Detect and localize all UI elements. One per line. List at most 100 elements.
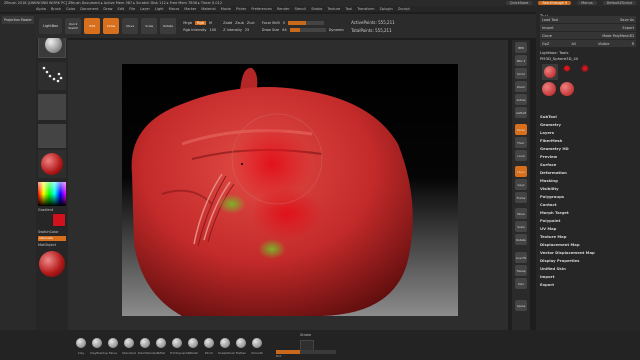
menu-item[interactable]: Texture: [327, 7, 340, 11]
floor-button[interactable]: Floor: [515, 137, 527, 148]
brush-hpolish-icon[interactable]: [188, 338, 198, 348]
visible-button[interactable]: Visible: [598, 42, 609, 46]
gradient-label[interactable]: Gradient: [38, 208, 53, 212]
line-fill-button[interactable]: Line Fill: [515, 252, 527, 263]
tool-thumbnail-simple-brush[interactable]: ✺: [578, 64, 592, 76]
import-tool-button[interactable]: Import: [542, 26, 554, 30]
brush-damstandard-icon[interactable]: [140, 338, 150, 348]
menu-surface[interactable]: Surface: [540, 162, 556, 167]
edit-button[interactable]: Edit: [84, 18, 101, 34]
menu-item[interactable]: Draw: [103, 7, 112, 11]
menu-polygroups[interactable]: Polygroups: [540, 194, 564, 199]
menu-item[interactable]: Material: [201, 7, 215, 11]
color-picker[interactable]: [38, 182, 66, 206]
material-thumbnail[interactable]: [38, 150, 66, 178]
menu-item[interactable]: Render: [277, 7, 289, 11]
menu-morph-target[interactable]: Morph Target: [540, 210, 569, 215]
draw-button[interactable]: Draw: [103, 18, 120, 34]
menu-fibermesh[interactable]: FiberMesh: [540, 138, 562, 143]
menu-geometry[interactable]: Geometry: [540, 122, 561, 127]
frame-button[interactable]: Frame: [515, 192, 527, 203]
alpha-thumbnail[interactable]: [38, 94, 66, 120]
menu-item[interactable]: Transform: [357, 7, 374, 11]
main-color-swatch[interactable]: [52, 213, 66, 227]
switch-color-label[interactable]: SwitchColor: [38, 230, 59, 234]
menu-item[interactable]: Stencil: [294, 7, 306, 11]
spix-button[interactable]: SPix 3: [515, 55, 527, 66]
menu-item[interactable]: Brush: [51, 7, 61, 11]
lsym-button[interactable]: LSym: [515, 166, 527, 177]
menu-geometry-hd[interactable]: Geometry HD: [540, 146, 569, 151]
move-view-button[interactable]: Move: [515, 208, 527, 219]
local-button[interactable]: Local: [515, 150, 527, 161]
dynamic-toggle[interactable]: Dynamic: [329, 28, 344, 32]
brush-pinch-icon[interactable]: [204, 338, 214, 348]
menu-item[interactable]: Alpha: [36, 7, 46, 11]
tool-thumbnail-sphere-small[interactable]: [542, 82, 556, 96]
matcap-thumbnail[interactable]: [38, 250, 66, 278]
menu-display-properties[interactable]: Display Properties: [540, 258, 579, 263]
rotate-view-button[interactable]: Rotate: [515, 234, 527, 245]
rgb-toggle[interactable]: Rgb: [195, 20, 206, 25]
r-button[interactable]: R: [632, 42, 634, 46]
stroke-thumbnail[interactable]: [38, 62, 66, 90]
m-toggle[interactable]: M: [209, 21, 212, 25]
alternate-button[interactable]: Alternate: [38, 236, 66, 241]
mrgb-toggle[interactable]: Mrgb: [183, 21, 192, 25]
menu-displacement-map[interactable]: Displacement Map: [540, 242, 580, 247]
menu-item[interactable]: Light: [155, 7, 164, 11]
brush-flatten-icon[interactable]: [236, 338, 246, 348]
aahalf-button[interactable]: AAHalf: [515, 107, 527, 118]
menu-preview[interactable]: Preview: [540, 154, 557, 159]
z-intensity-value[interactable]: 25: [245, 28, 249, 32]
draw-size-value[interactable]: 64: [282, 28, 286, 32]
bottom-slider[interactable]: [276, 350, 336, 354]
default-zscript-button[interactable]: DefaultZScript: [602, 1, 636, 5]
scale-view-button[interactable]: Scale: [515, 221, 527, 232]
actual-button[interactable]: Actual: [515, 94, 527, 105]
focal-shift-value[interactable]: 0: [283, 21, 285, 25]
focal-shift-slider[interactable]: [288, 20, 325, 25]
sculpted-head-model[interactable]: [122, 64, 458, 316]
menu-vector-displacement-map[interactable]: Vector Displacement Map: [540, 250, 595, 255]
all-button[interactable]: All: [571, 42, 575, 46]
move-button[interactable]: Move: [122, 18, 139, 34]
load-tool-button[interactable]: Load Tool: [542, 18, 558, 22]
menu-layers[interactable]: Layers: [540, 130, 554, 135]
persp-button[interactable]: Persp: [515, 124, 527, 135]
rgb-intensity-value[interactable]: 100: [209, 28, 216, 32]
menu-item[interactable]: Macro: [169, 7, 180, 11]
rotate-button[interactable]: Rotate: [160, 18, 177, 34]
zcut-toggle[interactable]: Zcut: [247, 21, 255, 25]
xpose-button[interactable]: Xpose: [515, 300, 527, 311]
gxyz-button[interactable]: Gxyz: [515, 179, 527, 190]
tool-thumbnail-star[interactable]: ✸: [560, 64, 574, 76]
menu-item[interactable]: Tool: [345, 7, 352, 11]
menu-item[interactable]: Zscript: [398, 7, 410, 11]
brush-smooth-icon[interactable]: [252, 338, 262, 348]
goz-button[interactable]: GoZ: [542, 42, 549, 46]
menu-texture-map[interactable]: Texture Map: [540, 234, 566, 239]
quick-sketch-button[interactable]: Quick Sketch: [65, 18, 82, 34]
3d-viewport[interactable]: [122, 64, 458, 316]
menu-item[interactable]: Color: [66, 7, 75, 11]
lightbox-button[interactable]: LightBox: [39, 18, 63, 34]
menu-contact[interactable]: Contact: [540, 202, 557, 207]
zsub-toggle[interactable]: Zsub: [235, 21, 244, 25]
menu-item[interactable]: Edit: [118, 7, 125, 11]
export-tool-button[interactable]: Export: [623, 26, 634, 30]
menu-item[interactable]: Marker: [184, 7, 196, 11]
brush-trimdynamic-icon[interactable]: [172, 338, 182, 348]
menu-unified-skin[interactable]: Unified Skin: [540, 266, 566, 271]
quicksave-button[interactable]: QuickSave: [505, 1, 533, 5]
tool-thumbnail-active[interactable]: [542, 64, 558, 80]
menu-item[interactable]: Layer: [140, 7, 150, 11]
lightbox-tools-label[interactable]: Lightbox› Tools: [540, 50, 568, 55]
menu-subtool[interactable]: SubTool: [540, 114, 557, 119]
see-through-slider[interactable]: See-through 0: [538, 1, 572, 5]
menu-item[interactable]: Picker: [236, 7, 246, 11]
menu-item[interactable]: Stroke: [311, 7, 322, 11]
bpr-button[interactable]: BPR: [515, 42, 527, 53]
brush-standard-icon[interactable]: [124, 338, 134, 348]
transp-button[interactable]: Transp: [515, 265, 527, 276]
